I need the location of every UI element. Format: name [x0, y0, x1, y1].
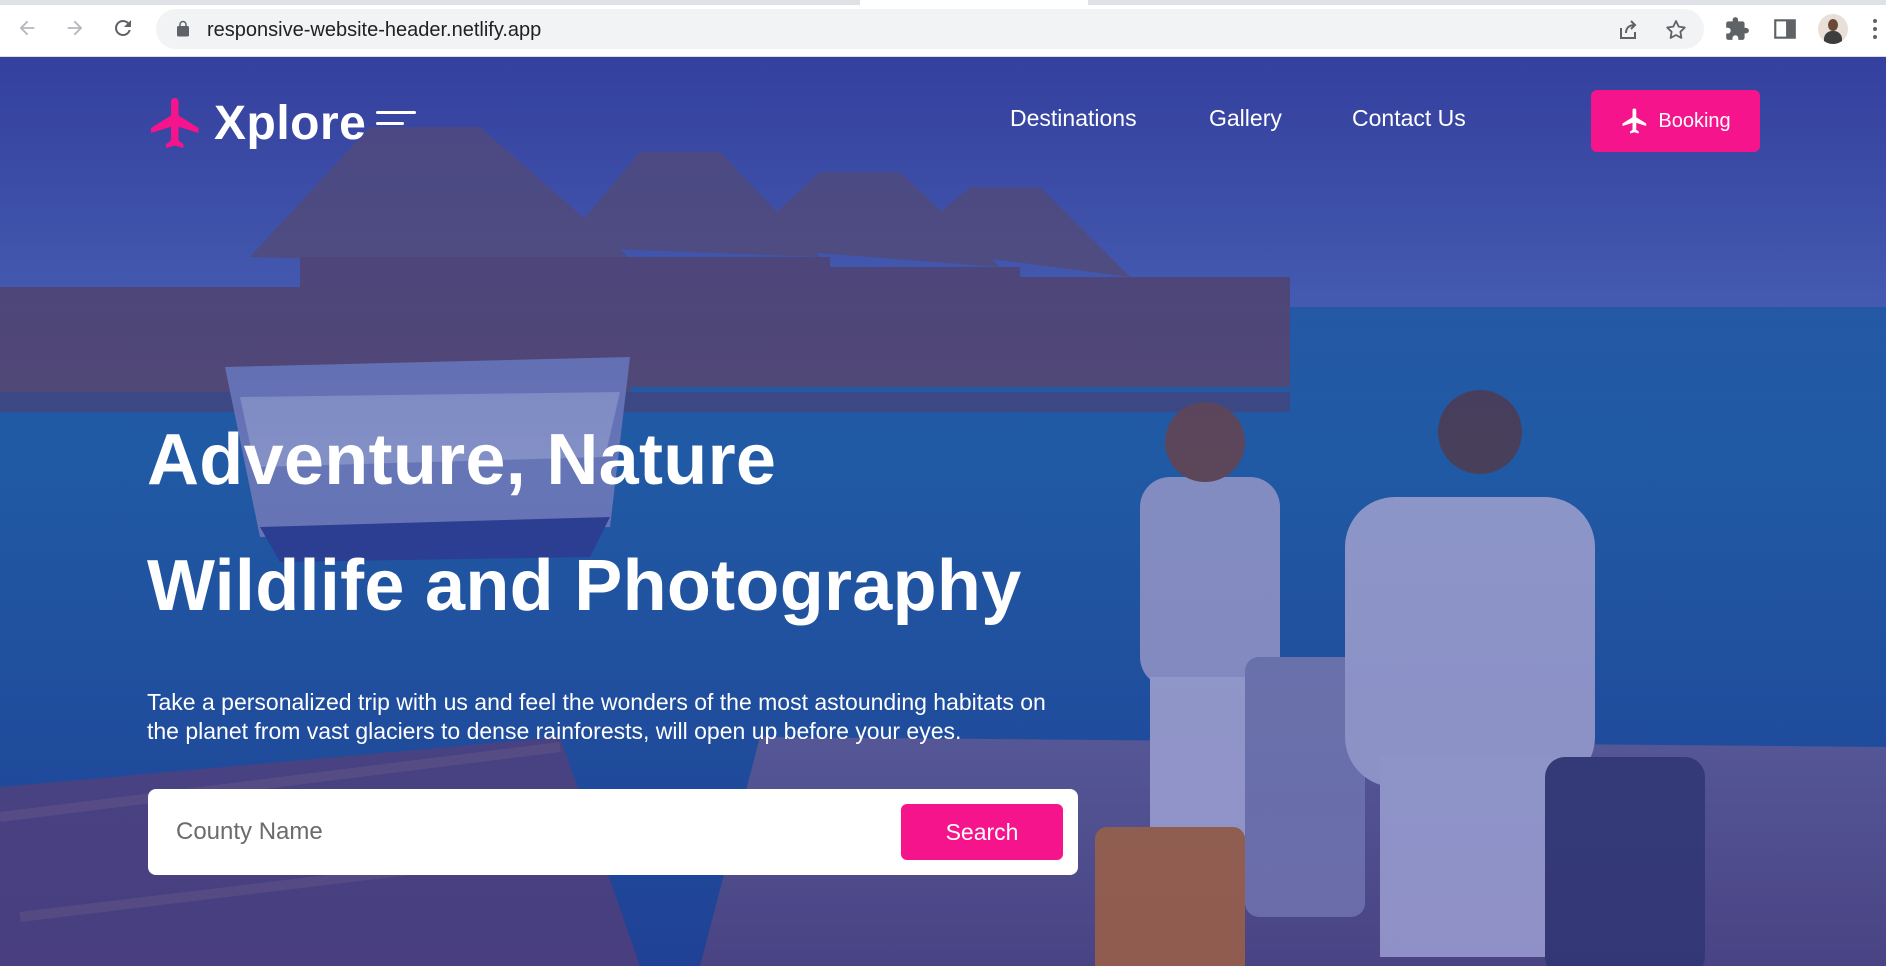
hero-description: Take a personalized trip with us and fee… [147, 689, 1046, 744]
profile-avatar[interactable] [1818, 14, 1848, 44]
logo-text: Xplore [214, 96, 367, 150]
back-button[interactable] [12, 13, 42, 43]
nav-destinations[interactable]: Destinations [1010, 105, 1137, 132]
page-viewport: Xplore Destinations Gallery Contact Us B… [0, 57, 1886, 966]
address-bar[interactable]: responsive-website-header.netlify.app [156, 9, 1704, 49]
extensions-icon[interactable] [1724, 16, 1750, 42]
country-search-input[interactable] [176, 812, 916, 852]
star-icon[interactable] [1664, 18, 1688, 42]
reload-icon [115, 19, 131, 36]
search-button[interactable]: Search [901, 804, 1063, 860]
forward-arrow-icon [67, 20, 83, 36]
site-logo[interactable]: Xplore [146, 93, 417, 153]
menu-lines-icon [376, 111, 417, 133]
airplane-icon [1622, 108, 1647, 134]
side-panel-icon[interactable] [1772, 16, 1798, 42]
forward-button[interactable] [60, 13, 90, 43]
airplane-icon [151, 98, 199, 148]
browser-toolbar: responsive-website-header.netlify.app [0, 0, 1886, 57]
lock-icon [177, 20, 189, 37]
nav-gallery[interactable]: Gallery [1209, 105, 1282, 132]
booking-label: Booking [1658, 109, 1731, 132]
nav-contact-us[interactable]: Contact Us [1352, 105, 1466, 132]
url-text[interactable]: responsive-website-header.netlify.app [207, 19, 541, 42]
search-box: Search [148, 789, 1078, 875]
more-menu-icon[interactable] [1870, 17, 1880, 41]
back-arrow-icon [19, 20, 35, 36]
hero-title-line2: Wildlife and Photography [147, 546, 1022, 626]
booking-button[interactable]: Booking [1591, 90, 1760, 152]
share-icon[interactable] [1616, 18, 1640, 42]
hero-title-line1: Adventure, Nature [147, 420, 777, 500]
reload-button[interactable] [108, 13, 138, 43]
tab-strip [0, 0, 1886, 5]
